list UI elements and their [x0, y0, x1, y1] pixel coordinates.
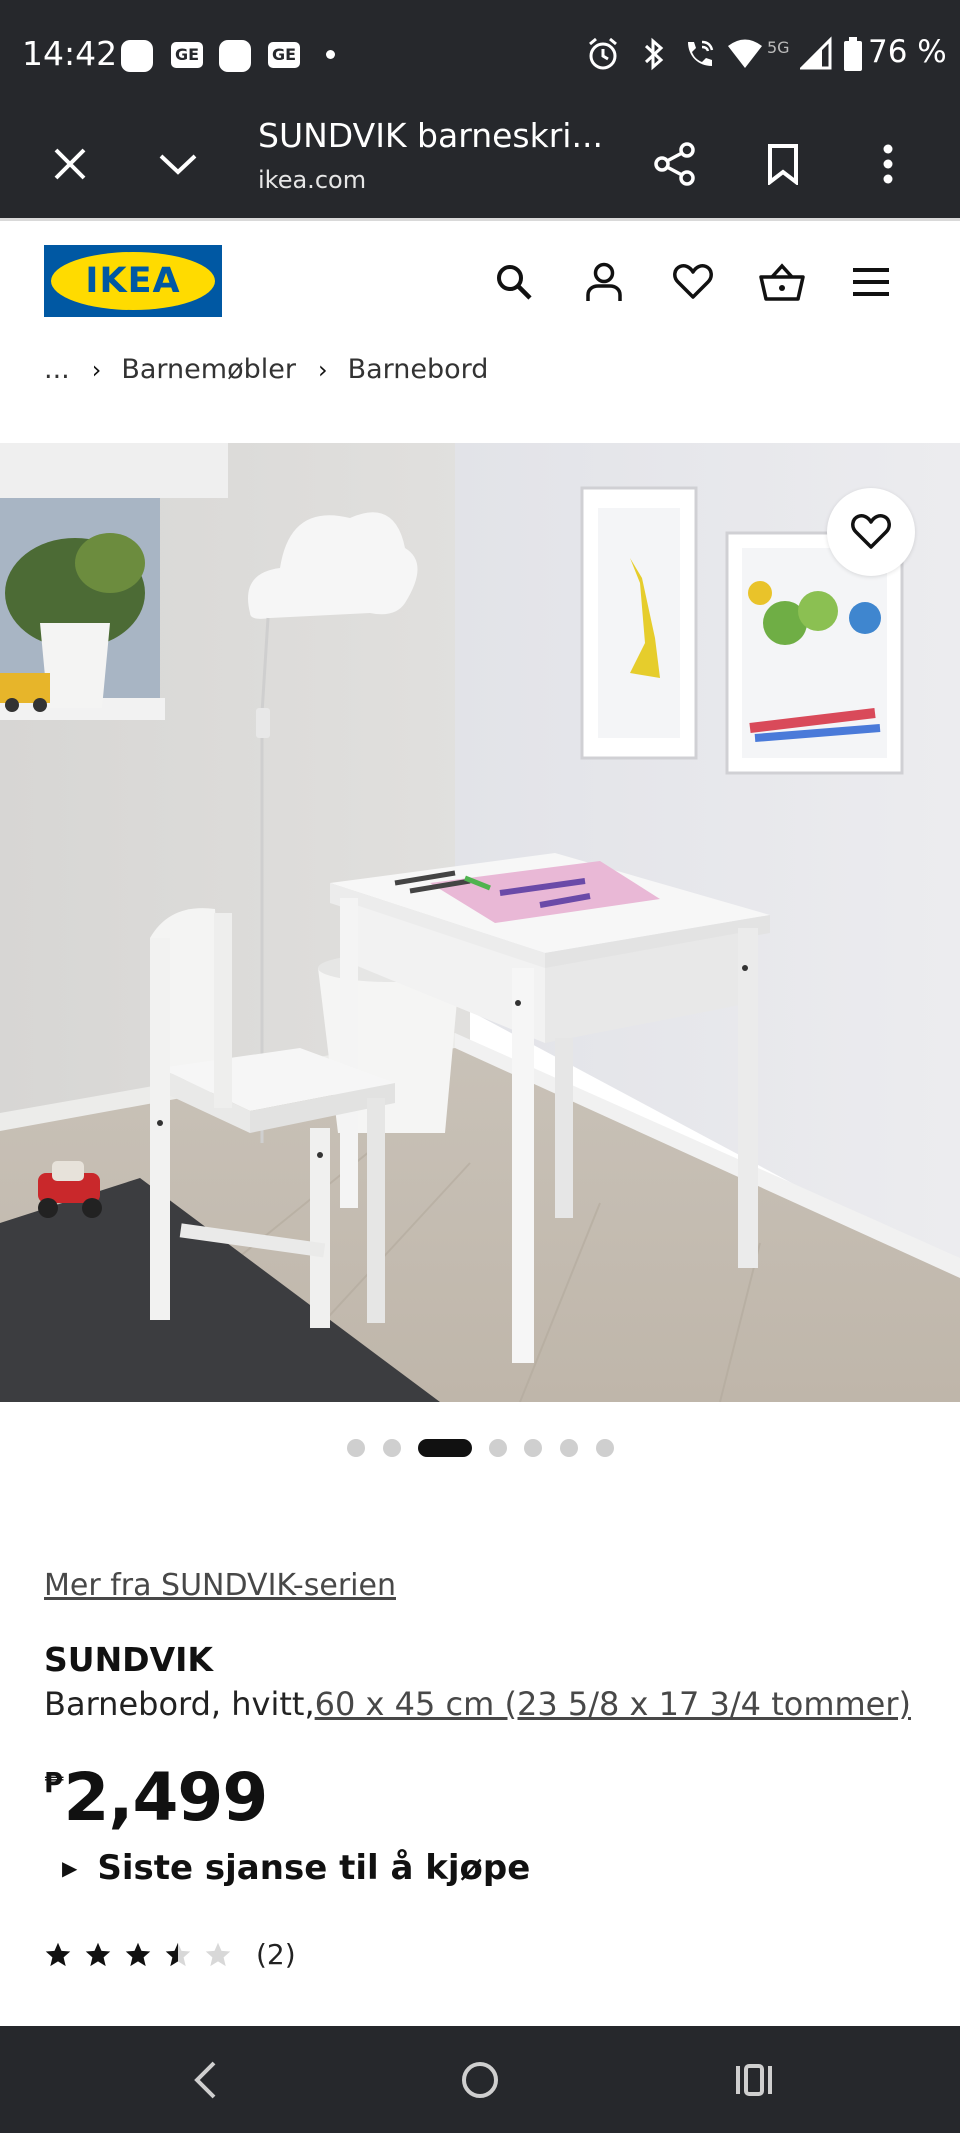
recents-icon: [736, 2064, 772, 2096]
back-button[interactable]: [175, 2050, 235, 2110]
basket-button[interactable]: [754, 254, 810, 310]
ikea-logo-oval: IKEA: [51, 252, 215, 310]
status-bar: 14:42 GE GE 5G 76 %: [0, 0, 960, 110]
ikea-logo[interactable]: IKEA: [44, 245, 222, 317]
bluetooth-icon: [644, 37, 664, 71]
series-link[interactable]: Mer fra SUNDVIK-serien: [44, 1568, 396, 1603]
star-empty-icon: [205, 1942, 231, 1966]
more-options-button[interactable]: [860, 136, 916, 192]
carousel-dot[interactable]: [596, 1439, 614, 1457]
network-type-label: 5G: [767, 38, 790, 57]
review-count[interactable]: (2): [256, 1938, 296, 1971]
menu-icon: [853, 268, 889, 296]
price-amount: 2,499: [63, 1759, 268, 1836]
bookmark-icon: [768, 144, 798, 185]
product-price: ₱ 2,499: [44, 1759, 268, 1836]
availability-notice[interactable]: ▶ Siste sjanse til å kjøpe: [62, 1848, 530, 1888]
carousel-dot[interactable]: [524, 1439, 542, 1457]
signal-icon: [800, 36, 832, 70]
carousel-dot-active[interactable]: [418, 1439, 472, 1457]
account-button[interactable]: [576, 254, 632, 310]
heart-icon: [673, 264, 713, 299]
product-name: SUNDVIK: [44, 1640, 213, 1679]
system-navigation-bar: [0, 2026, 960, 2133]
minimize-button[interactable]: [150, 136, 206, 192]
star-full-icon: [45, 1942, 71, 1966]
wifi-icon: [728, 39, 762, 68]
breadcrumb-item-barnemobler[interactable]: Barnemøbler: [121, 354, 296, 385]
favourites-button[interactable]: [665, 254, 721, 310]
image-carousel-indicator: [0, 1436, 960, 1460]
product-image[interactable]: [0, 443, 960, 1402]
product-size-link[interactable]: 60 x 45 cm (23 5/8 x 17 3/4 tommer): [315, 1685, 911, 1723]
add-to-favourites-button[interactable]: [827, 488, 915, 576]
star-full-icon: [85, 1942, 111, 1966]
chevron-right-icon: ›: [91, 355, 102, 384]
account-icon: [586, 262, 622, 301]
product-description: Barnebord, hvitt,60 x 45 cm (23 5/8 x 17…: [44, 1685, 911, 1723]
page-domain[interactable]: ikea.com: [258, 166, 366, 194]
notification-ge-icon: GE: [268, 42, 300, 68]
close-icon: [54, 148, 86, 180]
breadcrumb: ... › Barnemøbler › Barnebord: [44, 354, 488, 385]
battery-icon: [844, 37, 862, 71]
caret-right-icon: ▶: [62, 1856, 78, 1880]
share-button[interactable]: [647, 136, 703, 192]
product-photo: [0, 443, 960, 1402]
star-half-icon: [165, 1942, 191, 1966]
recents-button[interactable]: [724, 2050, 784, 2110]
alarm-icon: [589, 37, 617, 70]
share-icon: [654, 142, 695, 186]
carousel-dot[interactable]: [383, 1439, 401, 1457]
notification-app-icon: [219, 40, 251, 72]
battery-percentage: 76 %: [868, 34, 947, 70]
chevron-right-icon: ›: [317, 355, 328, 384]
more-notifications-dot: [326, 50, 335, 59]
wifi-call-icon: [688, 40, 714, 66]
notification-ge-icon: GE: [171, 42, 203, 68]
product-rating[interactable]: (2): [44, 1938, 296, 1971]
home-button[interactable]: [450, 2050, 510, 2110]
availability-notice-text: Siste sjanse til å kjøpe: [97, 1848, 531, 1888]
home-icon: [462, 2062, 498, 2098]
back-icon: [194, 2061, 216, 2099]
product-type: Barnebord, hvitt,: [44, 1685, 315, 1723]
search-button[interactable]: [486, 254, 542, 310]
carousel-dot[interactable]: [560, 1439, 578, 1457]
heart-icon: [851, 514, 891, 549]
star-full-icon: [125, 1942, 151, 1966]
search-icon: [497, 265, 532, 300]
ikea-logo-text: IKEA: [85, 261, 181, 301]
page-title[interactable]: SUNDVIK barneskri...: [258, 116, 603, 155]
browser-toolbar: SUNDVIK barneskri... ikea.com: [0, 110, 960, 218]
breadcrumb-ellipsis[interactable]: ...: [44, 354, 70, 385]
price-currency: ₱: [44, 1766, 64, 1799]
carousel-dot[interactable]: [347, 1439, 365, 1457]
basket-icon: [759, 263, 805, 301]
menu-button[interactable]: [843, 254, 899, 310]
notification-app-icon: [121, 40, 153, 72]
bookmark-button[interactable]: [755, 136, 811, 192]
more-vert-icon: [883, 144, 893, 184]
breadcrumb-item-barnebord[interactable]: Barnebord: [348, 354, 489, 385]
toolbar-divider: [0, 218, 960, 221]
status-time: 14:42: [22, 34, 118, 73]
close-tab-button[interactable]: [42, 136, 98, 192]
carousel-dot[interactable]: [489, 1439, 507, 1457]
chevron-down-icon: [159, 154, 197, 175]
